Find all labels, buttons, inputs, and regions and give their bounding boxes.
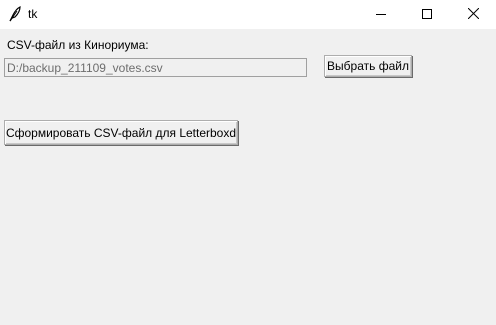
close-button[interactable] <box>450 0 496 29</box>
maximize-button[interactable] <box>404 0 450 29</box>
title-bar: tk <box>0 0 496 29</box>
generate-csv-button[interactable]: Сформировать CSV-файл для Letterboxd <box>4 120 238 145</box>
file-path-field[interactable] <box>4 58 307 77</box>
minimize-button[interactable] <box>358 0 404 29</box>
csv-file-label: CSV-файл из Кинориума: <box>7 38 149 52</box>
generate-csv-button-label: Сформировать CSV-файл для Letterboxd <box>5 125 237 140</box>
minimize-icon <box>376 8 386 22</box>
browse-file-button-label: Выбрать файл <box>327 59 409 73</box>
feather-icon <box>8 6 22 22</box>
window-title: tk <box>28 7 38 21</box>
browse-file-button[interactable]: Выбрать файл <box>324 55 412 77</box>
maximize-icon <box>422 8 432 22</box>
close-icon <box>467 7 479 22</box>
